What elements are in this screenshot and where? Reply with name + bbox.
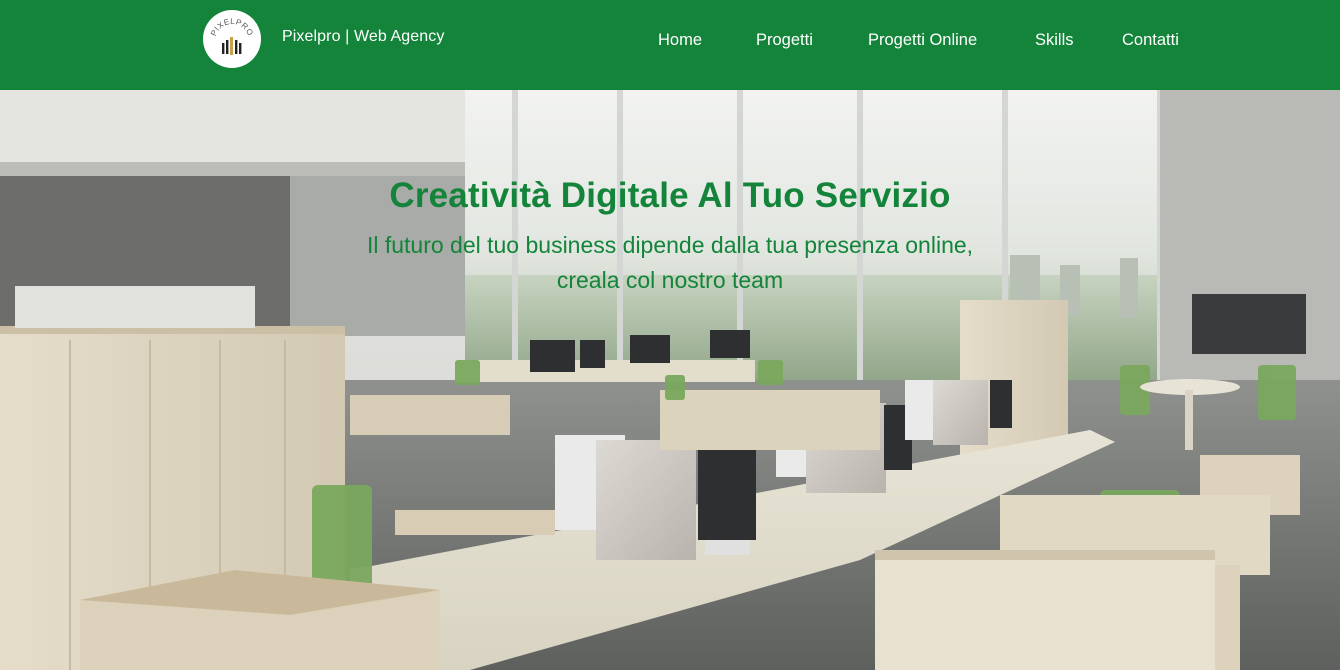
hero-title: Creatività Digitale Al Tuo Servizio [389, 176, 951, 215]
nav-progetti[interactable]: Progetti [756, 31, 813, 50]
nav-progetti-online[interactable]: Progetti Online [868, 31, 977, 50]
nav-skills[interactable]: Skills [1035, 31, 1074, 50]
nav-contatti[interactable]: Contatti [1122, 31, 1179, 50]
hero-subtitle: Il futuro del tuo business dipende dalla… [366, 232, 974, 293]
nav-home[interactable]: Home [658, 31, 702, 50]
top-navbar: PIXELPRO Pixelpro | Web Agency Home Prog… [0, 0, 1340, 90]
hero-section: Creatività Digitale Al Tuo Servizio Il f… [0, 90, 1340, 670]
main-nav: Home Progetti Progetti Online Skills Con… [0, 31, 1340, 51]
